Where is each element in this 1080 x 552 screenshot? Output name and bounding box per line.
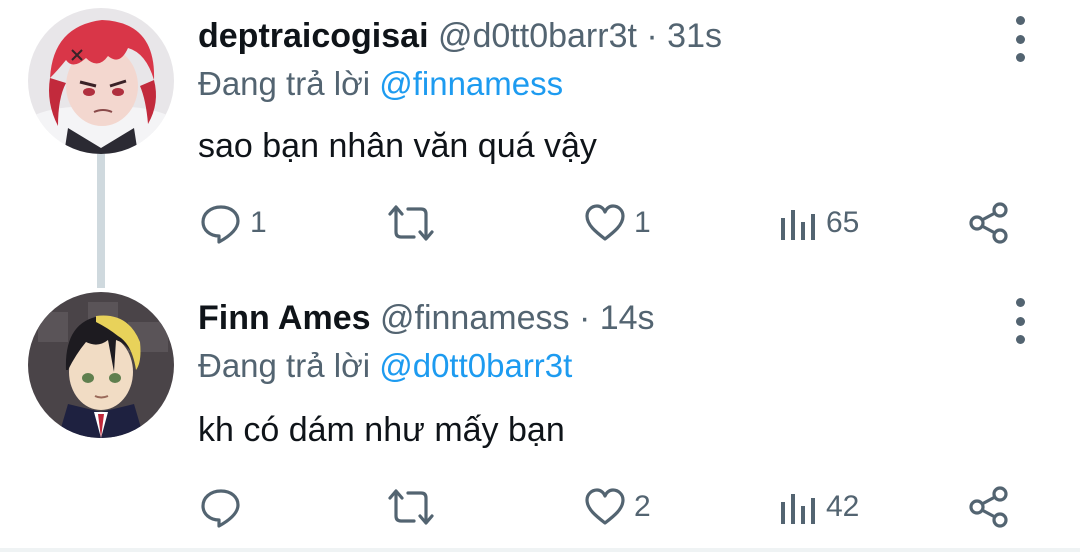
replying-to: Đang trả lời @finnamess: [198, 64, 563, 104]
like-button[interactable]: 2: [584, 486, 651, 528]
like-button[interactable]: 1: [584, 202, 651, 244]
more-vertical-icon[interactable]: [1005, 298, 1035, 344]
heart-icon: [585, 204, 625, 241]
tweet-text: sao bạn nhân văn quá vậy: [198, 127, 597, 165]
replying-to: Đang trả lời @d0tt0barr3t: [198, 346, 572, 386]
bottom-divider: [0, 548, 1080, 552]
like-count: 2: [634, 490, 651, 523]
view-count: 42: [826, 490, 860, 523]
replying-to-label: Đang trả lời: [198, 65, 371, 102]
share-icon: [969, 486, 1008, 528]
reply-button[interactable]: [200, 486, 250, 528]
tweet-1[interactable]: deptraicogisai @d0tt0barr3t · 31s Đang t…: [0, 0, 1080, 276]
timestamp[interactable]: 31s: [667, 17, 722, 55]
tweet-text: kh có dám như mấy bạn: [198, 411, 565, 449]
tweet-header: Finn Ames @finnamess · 14s: [198, 298, 655, 338]
share-button[interactable]: [968, 486, 1010, 528]
author-name[interactable]: Finn Ames: [198, 299, 371, 337]
retweet-icon: [388, 489, 434, 525]
mention-link[interactable]: @finnamess: [379, 65, 563, 102]
views-icon: [781, 494, 815, 524]
timestamp[interactable]: 14s: [600, 299, 655, 337]
avatar[interactable]: [28, 8, 174, 154]
retweet-icon: [388, 205, 434, 241]
views-button[interactable]: 42: [778, 486, 859, 528]
heart-icon: [585, 488, 625, 525]
author-name[interactable]: deptraicogisai: [198, 17, 429, 55]
retweet-button[interactable]: [386, 486, 444, 528]
reply-icon: [201, 205, 240, 244]
author-handle[interactable]: @finnamess: [380, 299, 569, 337]
avatar[interactable]: [28, 292, 174, 438]
reply-icon: [201, 489, 240, 528]
separator-dot: ·: [578, 299, 591, 337]
share-icon: [969, 202, 1008, 244]
more-vertical-icon[interactable]: [1005, 16, 1035, 62]
reply-count: 1: [250, 206, 267, 239]
like-count: 1: [634, 206, 651, 239]
author-handle[interactable]: @d0tt0barr3t: [438, 17, 637, 55]
views-icon: [781, 210, 815, 240]
retweet-button[interactable]: [386, 202, 444, 244]
replying-to-label: Đang trả lời: [198, 347, 371, 384]
tweet-2[interactable]: Finn Ames @finnamess · 14s Đang trả lời …: [0, 276, 1080, 548]
view-count: 65: [826, 206, 860, 239]
share-button[interactable]: [968, 202, 1010, 244]
separator-dot: ·: [646, 17, 658, 55]
views-button[interactable]: 65: [778, 202, 859, 244]
reply-button[interactable]: 1: [200, 202, 267, 244]
mention-link[interactable]: @d0tt0barr3t: [379, 347, 572, 384]
tweet-header: deptraicogisai @d0tt0barr3t · 31s: [198, 16, 722, 56]
